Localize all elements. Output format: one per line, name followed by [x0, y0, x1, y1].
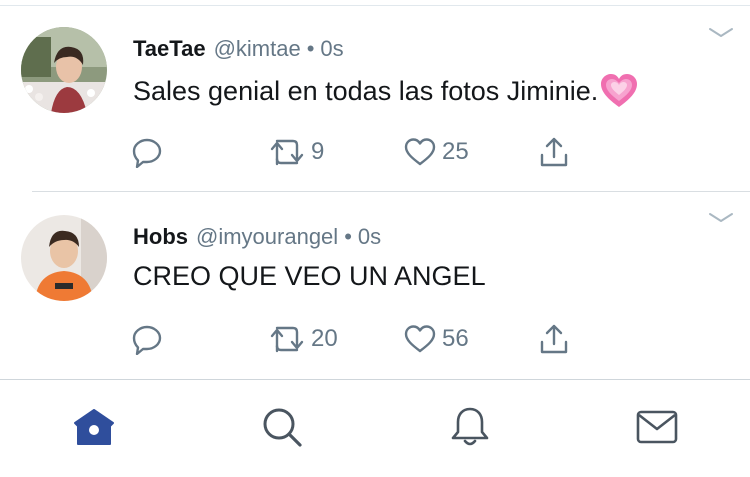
tweet-text-content: CREO QUE VEO UN ANGEL	[133, 261, 486, 291]
tab-messages[interactable]	[635, 407, 679, 451]
share-icon	[538, 136, 570, 168]
share-button[interactable]	[538, 321, 570, 357]
like-count: 25	[442, 138, 469, 165]
chevron-down-icon[interactable]	[708, 211, 734, 225]
tweet[interactable]: TaeTae @kimtae • 0s Sales genial en toda…	[0, 6, 750, 192]
avatar[interactable]	[21, 27, 107, 113]
share-button[interactable]	[538, 134, 570, 170]
like-button[interactable]: 25	[404, 134, 469, 170]
tweet-actions: 20 56	[131, 321, 581, 357]
tab-home[interactable]	[72, 407, 116, 451]
like-count: 56	[442, 325, 469, 352]
separator-dot: •	[306, 36, 315, 61]
retweet-icon	[269, 136, 305, 168]
user-handle: @imyourangel	[196, 224, 339, 249]
reply-icon	[131, 136, 163, 168]
tab-search[interactable]	[260, 407, 304, 451]
retweet-icon	[269, 323, 305, 355]
avatar[interactable]	[21, 215, 107, 301]
timestamp: 0s	[320, 36, 344, 61]
tweet-text-content: Sales genial en todas las fotos Jiminie.	[133, 75, 599, 106]
tab-notifications[interactable]	[448, 407, 492, 451]
chevron-down-icon[interactable]	[708, 26, 734, 40]
retweet-button[interactable]: 20	[269, 321, 338, 357]
user-handle: @kimtae	[213, 36, 301, 61]
reply-button[interactable]	[131, 321, 163, 357]
tweet-header: Hobs @imyourangel • 0s	[133, 224, 381, 250]
retweet-count: 20	[311, 325, 338, 352]
retweet-count: 9	[311, 138, 325, 165]
tweet-text: Sales genial en todas las fotos Jiminie.	[133, 73, 638, 109]
tweet-text: CREO QUE VEO UN ANGEL	[133, 261, 486, 292]
tweet-header: TaeTae @kimtae • 0s	[133, 36, 344, 62]
timestamp: 0s	[357, 224, 382, 249]
mail-icon	[635, 407, 679, 452]
search-icon	[260, 405, 304, 454]
heart-icon	[404, 324, 436, 354]
tweet[interactable]: Hobs @imyourangel • 0s CREO QUE VEO UN A…	[0, 193, 750, 380]
reply-button[interactable]	[131, 134, 163, 170]
bell-icon	[448, 405, 492, 454]
home-icon	[72, 407, 116, 452]
separator-dot: •	[344, 224, 352, 249]
heart-icon	[404, 137, 436, 167]
growing-heart-emoji	[600, 73, 638, 109]
tweet-actions: 9 25	[131, 134, 581, 170]
display-name[interactable]: TaeTae	[133, 36, 206, 62]
reply-icon	[131, 323, 163, 355]
tweet-divider	[32, 191, 750, 192]
like-button[interactable]: 56	[404, 321, 469, 357]
retweet-button[interactable]: 9	[269, 134, 324, 170]
share-icon	[538, 323, 570, 355]
display-name[interactable]: Hobs	[133, 224, 188, 250]
bottom-tab-bar	[0, 380, 750, 477]
